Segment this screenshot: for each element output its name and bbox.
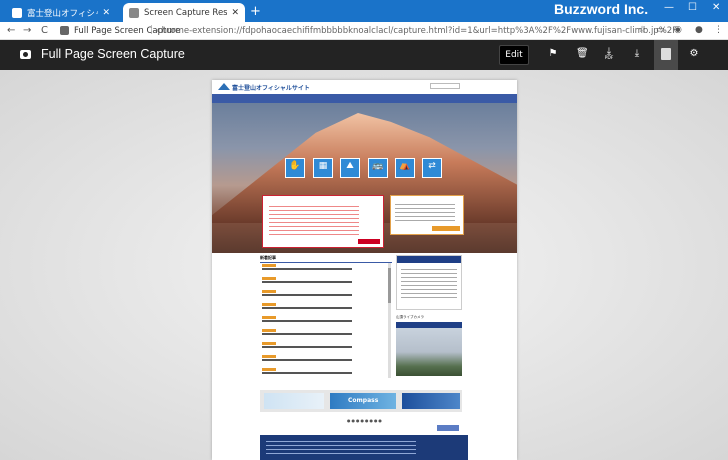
cast-icon[interactable]: ▭ [656, 25, 665, 35]
close-icon[interactable]: ✕ [231, 8, 239, 18]
new-tab-button[interactable]: + [250, 4, 261, 19]
quick-link-tile: ⛺ [395, 158, 415, 178]
site-name: 富士登山オフィシャルサイト [232, 85, 310, 92]
info-text-lines [395, 204, 455, 224]
carousel-dots: ●●●●●●●● [347, 418, 383, 423]
tab-screen-capture-result[interactable]: Screen Capture Result ✕ [123, 3, 245, 22]
site-favicon-icon [12, 7, 22, 18]
alert-box [262, 195, 384, 248]
hero-image: ✋ ▦ ⛰ 🚌 ⛺ ⇄ [212, 103, 517, 253]
news-item [262, 290, 386, 299]
omnibox-separator: | [150, 25, 154, 35]
camera-favicon-icon [129, 7, 139, 18]
browser-toolbar: ← → C Full Page Screen Capture | chrome-… [0, 22, 728, 40]
quick-link-tile: ⛰ [340, 158, 360, 178]
minimize-button[interactable]: — [664, 2, 674, 13]
app-header: Full Page Screen Capture Edit ⚑ 🗑 ⤓ PDF ⤓… [0, 40, 728, 70]
alert-more-link [358, 239, 380, 244]
fuji-logo-icon [218, 83, 230, 90]
gear-icon[interactable]: ⚙ [688, 48, 700, 62]
news-item [262, 303, 386, 312]
close-icon[interactable]: ✕ [102, 8, 110, 18]
maximize-button[interactable]: ☐ [688, 2, 697, 13]
app-title: Full Page Screen Capture [41, 47, 185, 61]
quick-link-tile: ▦ [313, 158, 333, 178]
pdf-label: PDF [604, 56, 614, 61]
flag-icon[interactable]: ⚑ [547, 48, 559, 62]
news-item [262, 329, 386, 338]
notes-icon[interactable] [654, 40, 678, 70]
news-item [262, 342, 386, 351]
info-box [390, 195, 464, 235]
trash-icon[interactable]: 🗑 [576, 48, 589, 62]
sidebar-widget [396, 255, 462, 310]
news-item [262, 264, 386, 273]
page-top-button [437, 425, 459, 431]
quick-link-tile: ⇄ [422, 158, 442, 178]
banner-compass: Compass [330, 393, 396, 409]
captured-page-image: 富士登山オフィシャルサイト ✋ ▦ ⛰ 🚌 ⛺ ⇄ 新着記事 山頂ライブカメラ … [212, 80, 517, 460]
banner [264, 393, 324, 409]
menu-kebab-icon[interactable]: ⋮ [714, 25, 723, 35]
close-window-button[interactable]: ✕ [712, 2, 720, 13]
news-item [262, 316, 386, 325]
back-button[interactable]: ← [7, 25, 15, 36]
bookmark-star-icon[interactable]: ☆ [638, 25, 646, 35]
news-heading: 新着記事 [260, 255, 392, 263]
forward-button[interactable]: → [23, 25, 31, 36]
tab-fujisan[interactable]: 富士登山オフィシャルサイト ✕ [6, 3, 116, 22]
tab-title: 富士登山オフィシャルサイト [27, 8, 98, 19]
live-camera-photo [396, 328, 462, 376]
tab-strip: 富士登山オフィシャルサイト ✕ Screen Capture Result ✕ … [0, 0, 728, 22]
quick-link-tile: 🚌 [368, 158, 388, 178]
site-nav-bar [212, 94, 517, 103]
site-header: 富士登山オフィシャルサイト [212, 80, 517, 94]
reload-button[interactable]: C [41, 25, 48, 36]
banner [402, 393, 460, 409]
news-scrollbar [388, 263, 391, 378]
site-footer [260, 435, 468, 460]
live-camera-widget: 山頂ライブカメラ [396, 315, 462, 383]
banner-strip: Compass [260, 390, 462, 412]
edit-button[interactable]: Edit [499, 45, 529, 65]
news-item [262, 355, 386, 364]
site-search-box [430, 83, 460, 89]
camera-icon [20, 50, 31, 59]
address-bar[interactable]: chrome-extension://fdpohaocaechififmbbbb… [157, 26, 677, 36]
alert-text-lines [269, 206, 359, 236]
quick-link-tile: ✋ [285, 158, 305, 178]
news-item [262, 277, 386, 286]
download-icon[interactable]: ⤓ [631, 48, 643, 62]
profile-avatar-icon[interactable]: ● [695, 25, 703, 35]
brand-label: Buzzword Inc. [554, 1, 649, 17]
info-more-link [432, 226, 460, 231]
camera-extension-icon[interactable]: ◉ [674, 25, 682, 35]
download-pdf-icon[interactable]: ⤓ PDF [603, 46, 615, 61]
extension-icon [60, 26, 69, 35]
news-section: 新着記事 [260, 255, 392, 380]
capture-canvas: 富士登山オフィシャルサイト ✋ ▦ ⛰ 🚌 ⛺ ⇄ 新着記事 山頂ライブカメラ … [0, 70, 728, 460]
news-item [262, 368, 386, 377]
tab-title: Screen Capture Result [144, 7, 228, 18]
live-camera-heading: 山頂ライブカメラ [396, 315, 424, 319]
